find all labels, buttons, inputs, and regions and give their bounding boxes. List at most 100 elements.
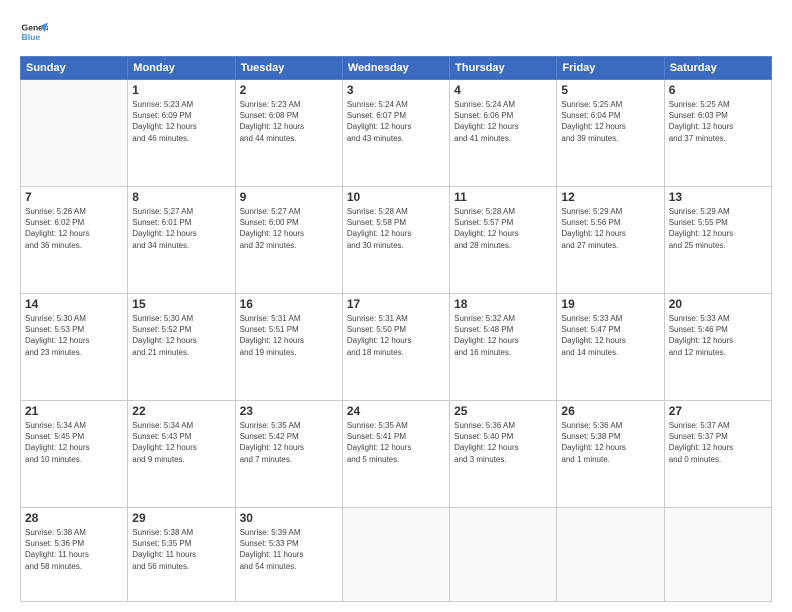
day-cell: 14 Sunrise: 5:30 AM Sunset: 5:53 PM Dayli… [21, 294, 128, 401]
day-info: Sunrise: 5:25 AM Sunset: 6:03 PM Dayligh… [669, 99, 767, 144]
day-cell: 12 Sunrise: 5:29 AM Sunset: 5:56 PM Dayli… [557, 187, 664, 294]
day-cell: 26 Sunrise: 5:36 AM Sunset: 5:38 PM Dayli… [557, 401, 664, 508]
week-row-1: 1Sunrise: 5:23 AM Sunset: 6:09 PM Daylig… [21, 80, 772, 187]
day-number: 13 [669, 190, 767, 204]
day-cell: 2 Sunrise: 5:23 AM Sunset: 6:08 PM Daylig… [235, 80, 342, 187]
day-info: Sunrise: 5:33 AM Sunset: 5:47 PM Dayligh… [561, 313, 659, 358]
day-cell: 23 Sunrise: 5:35 AM Sunset: 5:42 PM Dayli… [235, 401, 342, 508]
day-number: 4 [454, 83, 552, 97]
day-number: 5 [561, 83, 659, 97]
logo-icon: General Blue [20, 18, 48, 46]
day-number: 23 [240, 404, 338, 418]
day-info: Sunrise: 5:35 AM Sunset: 5:42 PM Dayligh… [240, 420, 338, 465]
day-number: 19 [561, 297, 659, 311]
week-row-5: 28 Sunrise: 5:38 AM Sunset: 5:36 PM Dayli… [21, 508, 772, 602]
week-row-4: 21 Sunrise: 5:34 AM Sunset: 5:45 PM Dayli… [21, 401, 772, 508]
day-info: Sunrise: 5:27 AM Sunset: 6:01 PM Dayligh… [132, 206, 230, 251]
weekday-header-thursday: Thursday [450, 57, 557, 80]
day-number: 2 [240, 83, 338, 97]
week-row-2: 7 Sunrise: 5:26 AM Sunset: 6:02 PM Daylig… [21, 187, 772, 294]
day-info: Sunrise: 5:28 AM Sunset: 5:58 PM Dayligh… [347, 206, 445, 251]
day-cell: 24Sunrise: 5:35 AM Sunset: 5:41 PM Dayli… [342, 401, 449, 508]
day-cell: 17Sunrise: 5:31 AM Sunset: 5:50 PM Dayli… [342, 294, 449, 401]
day-cell [664, 508, 771, 602]
day-number: 14 [25, 297, 123, 311]
day-cell: 8 Sunrise: 5:27 AM Sunset: 6:01 PM Daylig… [128, 187, 235, 294]
logo: General Blue [20, 18, 48, 46]
weekday-header-tuesday: Tuesday [235, 57, 342, 80]
day-cell: 3 Sunrise: 5:24 AM Sunset: 6:07 PM Daylig… [342, 80, 449, 187]
day-info: Sunrise: 5:24 AM Sunset: 6:06 PM Dayligh… [454, 99, 552, 144]
calendar-table: SundayMondayTuesdayWednesdayThursdayFrid… [20, 56, 772, 602]
day-cell: 16Sunrise: 5:31 AM Sunset: 5:51 PM Dayli… [235, 294, 342, 401]
day-number: 18 [454, 297, 552, 311]
day-number: 25 [454, 404, 552, 418]
day-cell: 6 Sunrise: 5:25 AM Sunset: 6:03 PM Daylig… [664, 80, 771, 187]
day-number: 7 [25, 190, 123, 204]
day-info: Sunrise: 5:38 AM Sunset: 5:36 PM Dayligh… [25, 527, 123, 572]
day-number: 8 [132, 190, 230, 204]
week-row-3: 14 Sunrise: 5:30 AM Sunset: 5:53 PM Dayli… [21, 294, 772, 401]
day-info: Sunrise: 5:30 AM Sunset: 5:53 PM Dayligh… [25, 313, 123, 358]
day-info: Sunrise: 5:31 AM Sunset: 5:50 PM Dayligh… [347, 313, 445, 358]
day-cell: 13Sunrise: 5:29 AM Sunset: 5:55 PM Dayli… [664, 187, 771, 294]
day-number: 9 [240, 190, 338, 204]
weekday-header-monday: Monday [128, 57, 235, 80]
day-info: Sunrise: 5:28 AM Sunset: 5:57 PM Dayligh… [454, 206, 552, 251]
day-cell: 20Sunrise: 5:33 AM Sunset: 5:46 PM Dayli… [664, 294, 771, 401]
day-number: 26 [561, 404, 659, 418]
day-number: 27 [669, 404, 767, 418]
day-number: 3 [347, 83, 445, 97]
day-number: 16 [240, 297, 338, 311]
day-cell: 10 Sunrise: 5:28 AM Sunset: 5:58 PM Dayli… [342, 187, 449, 294]
day-info: Sunrise: 5:26 AM Sunset: 6:02 PM Dayligh… [25, 206, 123, 251]
day-info: Sunrise: 5:29 AM Sunset: 5:56 PM Dayligh… [561, 206, 659, 251]
day-info: Sunrise: 5:36 AM Sunset: 5:38 PM Dayligh… [561, 420, 659, 465]
day-info: Sunrise: 5:39 AM Sunset: 5:33 PM Dayligh… [240, 527, 338, 572]
day-number: 12 [561, 190, 659, 204]
day-cell: 7 Sunrise: 5:26 AM Sunset: 6:02 PM Daylig… [21, 187, 128, 294]
day-number: 24 [347, 404, 445, 418]
day-cell [450, 508, 557, 602]
day-cell: 11 Sunrise: 5:28 AM Sunset: 5:57 PM Dayli… [450, 187, 557, 294]
day-cell: 18Sunrise: 5:32 AM Sunset: 5:48 PM Dayli… [450, 294, 557, 401]
day-info: Sunrise: 5:34 AM Sunset: 5:43 PM Dayligh… [132, 420, 230, 465]
day-info: Sunrise: 5:27 AM Sunset: 6:00 PM Dayligh… [240, 206, 338, 251]
weekday-header-saturday: Saturday [664, 57, 771, 80]
day-number: 20 [669, 297, 767, 311]
weekday-header-wednesday: Wednesday [342, 57, 449, 80]
weekday-header-friday: Friday [557, 57, 664, 80]
day-number: 11 [454, 190, 552, 204]
day-info: Sunrise: 5:38 AM Sunset: 5:35 PM Dayligh… [132, 527, 230, 572]
weekday-header-row: SundayMondayTuesdayWednesdayThursdayFrid… [21, 57, 772, 80]
day-number: 6 [669, 83, 767, 97]
day-number: 29 [132, 511, 230, 525]
day-number: 10 [347, 190, 445, 204]
day-cell: 21 Sunrise: 5:34 AM Sunset: 5:45 PM Dayli… [21, 401, 128, 508]
calendar-page: General Blue SundayMondayTuesdayWednesda… [0, 0, 792, 612]
day-info: Sunrise: 5:34 AM Sunset: 5:45 PM Dayligh… [25, 420, 123, 465]
day-number: 22 [132, 404, 230, 418]
day-cell: 28 Sunrise: 5:38 AM Sunset: 5:36 PM Dayli… [21, 508, 128, 602]
day-cell: 19 Sunrise: 5:33 AM Sunset: 5:47 PM Dayli… [557, 294, 664, 401]
day-number: 21 [25, 404, 123, 418]
day-info: Sunrise: 5:23 AM Sunset: 6:08 PM Dayligh… [240, 99, 338, 144]
day-cell [557, 508, 664, 602]
day-cell: 29 Sunrise: 5:38 AM Sunset: 5:35 PM Dayli… [128, 508, 235, 602]
day-cell: 30 Sunrise: 5:39 AM Sunset: 5:33 PM Dayli… [235, 508, 342, 602]
day-info: Sunrise: 5:30 AM Sunset: 5:52 PM Dayligh… [132, 313, 230, 358]
weekday-header-sunday: Sunday [21, 57, 128, 80]
day-cell [342, 508, 449, 602]
day-cell [21, 80, 128, 187]
svg-text:Blue: Blue [22, 32, 41, 42]
day-info: Sunrise: 5:23 AM Sunset: 6:09 PM Dayligh… [132, 99, 230, 144]
header: General Blue [20, 18, 772, 46]
day-number: 28 [25, 511, 123, 525]
day-number: 30 [240, 511, 338, 525]
day-info: Sunrise: 5:25 AM Sunset: 6:04 PM Dayligh… [561, 99, 659, 144]
day-cell: 27Sunrise: 5:37 AM Sunset: 5:37 PM Dayli… [664, 401, 771, 508]
day-cell: 25 Sunrise: 5:36 AM Sunset: 5:40 PM Dayli… [450, 401, 557, 508]
day-info: Sunrise: 5:36 AM Sunset: 5:40 PM Dayligh… [454, 420, 552, 465]
day-info: Sunrise: 5:24 AM Sunset: 6:07 PM Dayligh… [347, 99, 445, 144]
day-cell: 9 Sunrise: 5:27 AM Sunset: 6:00 PM Daylig… [235, 187, 342, 294]
